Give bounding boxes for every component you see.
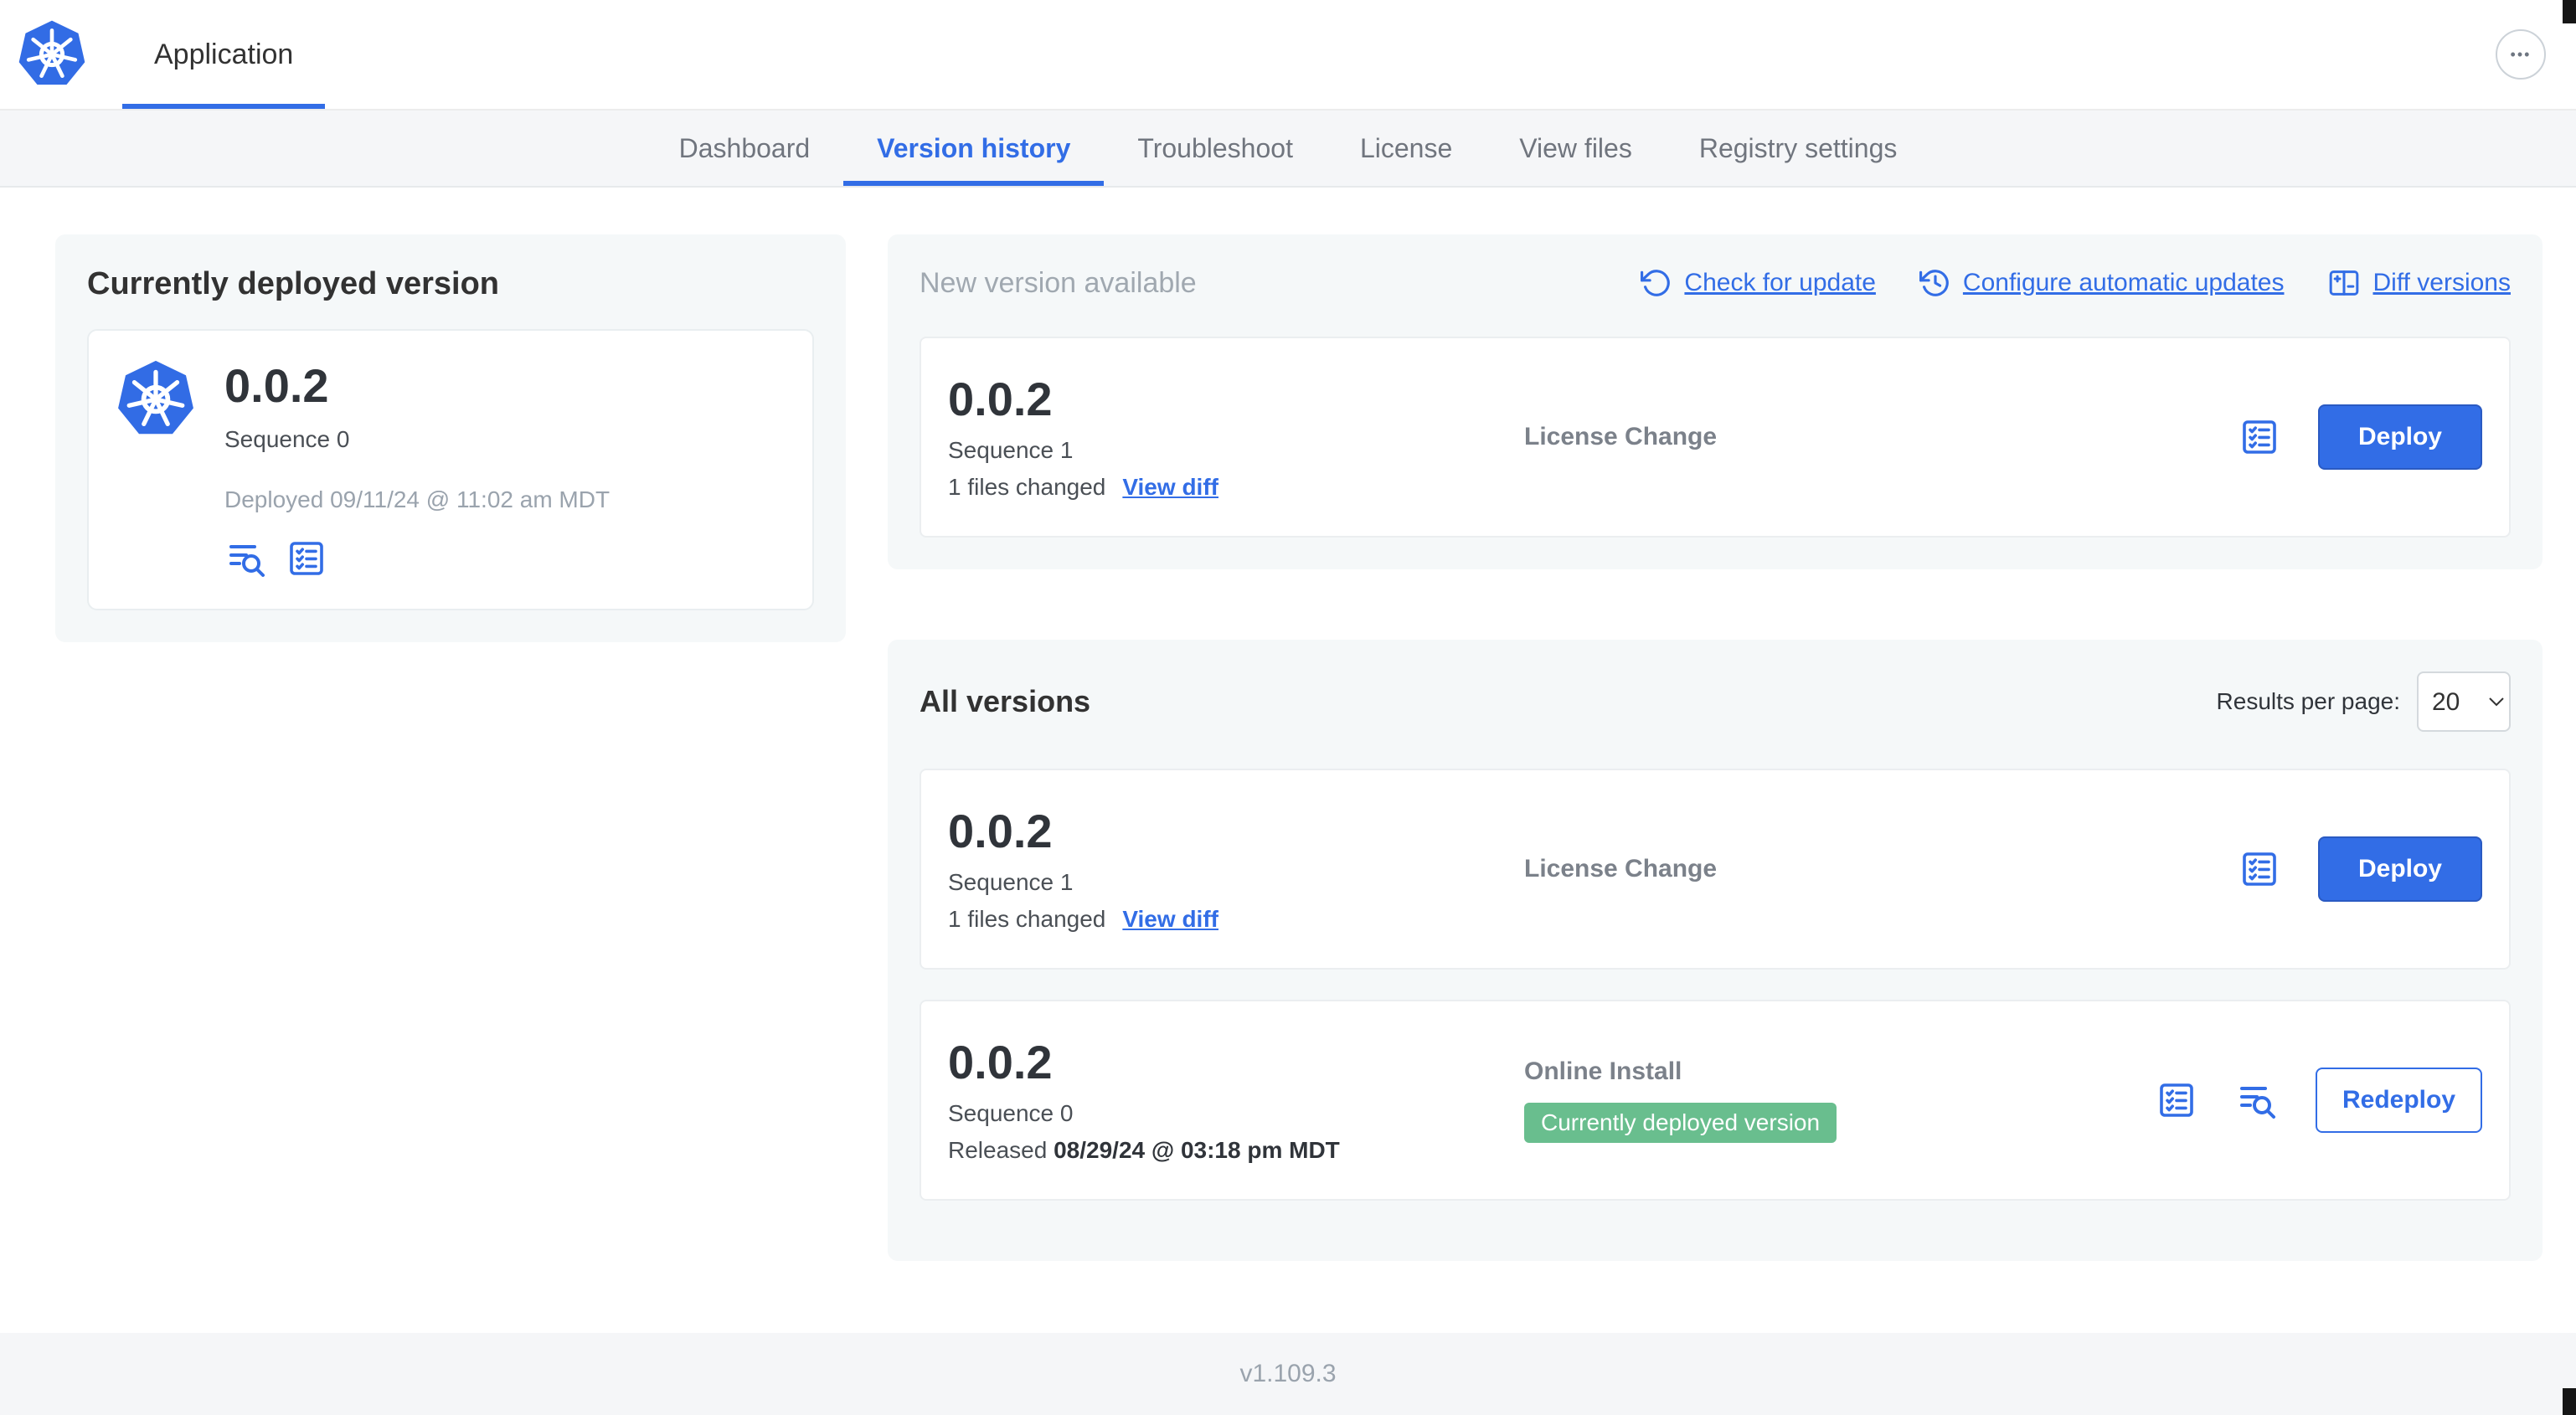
version-history-page: Currently deployed version 0.0.2 Sequenc… [0,188,2576,1333]
new-version-title: New version available [920,266,1197,299]
all-versions-title: All versions [920,684,1091,718]
preflight-checks-button[interactable] [2238,415,2281,459]
deploy-button[interactable]: Deploy [2317,836,2482,902]
preflight-checks-button[interactable] [2155,1078,2198,1122]
version-row: 0.0.2 Sequence 1 1 files changed View di… [920,769,2511,970]
ellipsis-icon: ••• [2510,46,2532,63]
tab-troubleshoot[interactable]: Troubleshoot [1104,111,1327,186]
results-per-page-label: Results per page: [2216,688,2400,714]
files-changed-count: 1 files changed [948,473,1106,500]
release-version: 0.0.2 [948,1036,1053,1089]
redeploy-button[interactable]: Redeploy [2315,1068,2482,1133]
kubernetes-app-icon [116,359,196,580]
released-timestamp: 08/29/24 @ 03:18 pm MDT [1054,1136,1340,1163]
release-notes-title: License Change [1524,423,1718,450]
diff-versions-link[interactable]: Diff versions [2327,266,2511,300]
tab-version-history[interactable]: Version history [843,111,1104,186]
tab-application-label: Application [154,38,294,70]
release-notes-title: License Change [1524,855,1718,882]
app-footer: v1.109.3 [0,1333,2576,1415]
diff-table-icon [2327,266,2361,300]
configure-automatic-updates-link[interactable]: Configure automatic updates [1919,267,2284,299]
checklist-icon [2156,1080,2197,1120]
version-row: 0.0.2 Sequence 0 Released 08/29/24 @ 03:… [920,1000,2511,1201]
deploy-button[interactable]: Deploy [2317,404,2482,470]
app-root: Application ••• Dashboard Version histor… [0,0,2576,1415]
logs-search-icon [226,538,266,579]
screen-edge-artifact-bottom [2563,1388,2576,1415]
tab-registry-settings[interactable]: Registry settings [1666,111,1931,186]
deployed-timestamp: Deployed 09/11/24 @ 11:02 am MDT [224,486,611,513]
preflight-checks-button[interactable] [285,537,328,580]
view-logs-button[interactable] [224,537,268,580]
release-version: 0.0.2 [948,373,1053,426]
more-options-button[interactable]: ••• [2496,29,2546,80]
deployed-sequence: Sequence 0 [224,426,350,453]
deployed-version-number: 0.0.2 [224,359,329,412]
release-sequence: Sequence 1 [948,436,1074,463]
app-subnav: Dashboard Version history Troubleshoot L… [0,111,2576,188]
release-sequence: Sequence 0 [948,1099,1074,1126]
tab-dashboard[interactable]: Dashboard [646,111,844,186]
kubernetes-logo [17,0,87,109]
checklist-icon [286,538,327,579]
currently-deployed-badge: Currently deployed version [1524,1103,1837,1143]
app-header: Application ••• [0,0,2576,111]
release-sequence: Sequence 1 [948,868,1074,895]
screen-edge-artifact-top [2563,0,2576,23]
checklist-icon [2239,417,2280,457]
active-tab-underline [122,104,326,109]
check-for-update-link[interactable]: Check for update [1641,267,1876,299]
currently-deployed-card: Currently deployed version 0.0.2 Sequenc… [55,234,846,643]
kots-version-label: v1.109.3 [1239,1360,1337,1387]
new-version-card: New version available Check for update C… [888,234,2543,569]
release-notes-title: Online Install [1524,1057,1682,1085]
view-diff-link[interactable]: View diff [1122,906,1218,933]
tab-license[interactable]: License [1327,111,1486,186]
rotate-ccw-icon [1641,267,1672,299]
new-version-release-row: 0.0.2 Sequence 1 1 files changed View di… [920,337,2511,538]
tab-application[interactable]: Application [122,0,326,109]
all-versions-card: All versions Results per page: 20 0.0.2 … [888,640,2543,1261]
logs-search-icon [2237,1080,2277,1120]
view-logs-button[interactable] [2235,1078,2279,1122]
right-column: New version available Check for update C… [888,234,2543,1261]
tab-view-files[interactable]: View files [1486,111,1666,186]
files-changed-count: 1 files changed [948,905,1106,932]
clock-history-icon [1919,267,1951,299]
results-per-page-select[interactable]: 20 [2417,671,2511,732]
deployed-version-box: 0.0.2 Sequence 0 Deployed 09/11/24 @ 11:… [87,329,814,611]
checklist-icon [2239,849,2280,889]
view-diff-link[interactable]: View diff [1122,474,1218,501]
currently-deployed-title: Currently deployed version [87,266,500,301]
release-version: 0.0.2 [948,805,1053,858]
preflight-checks-button[interactable] [2238,847,2281,891]
released-label: Released [948,1136,1048,1163]
